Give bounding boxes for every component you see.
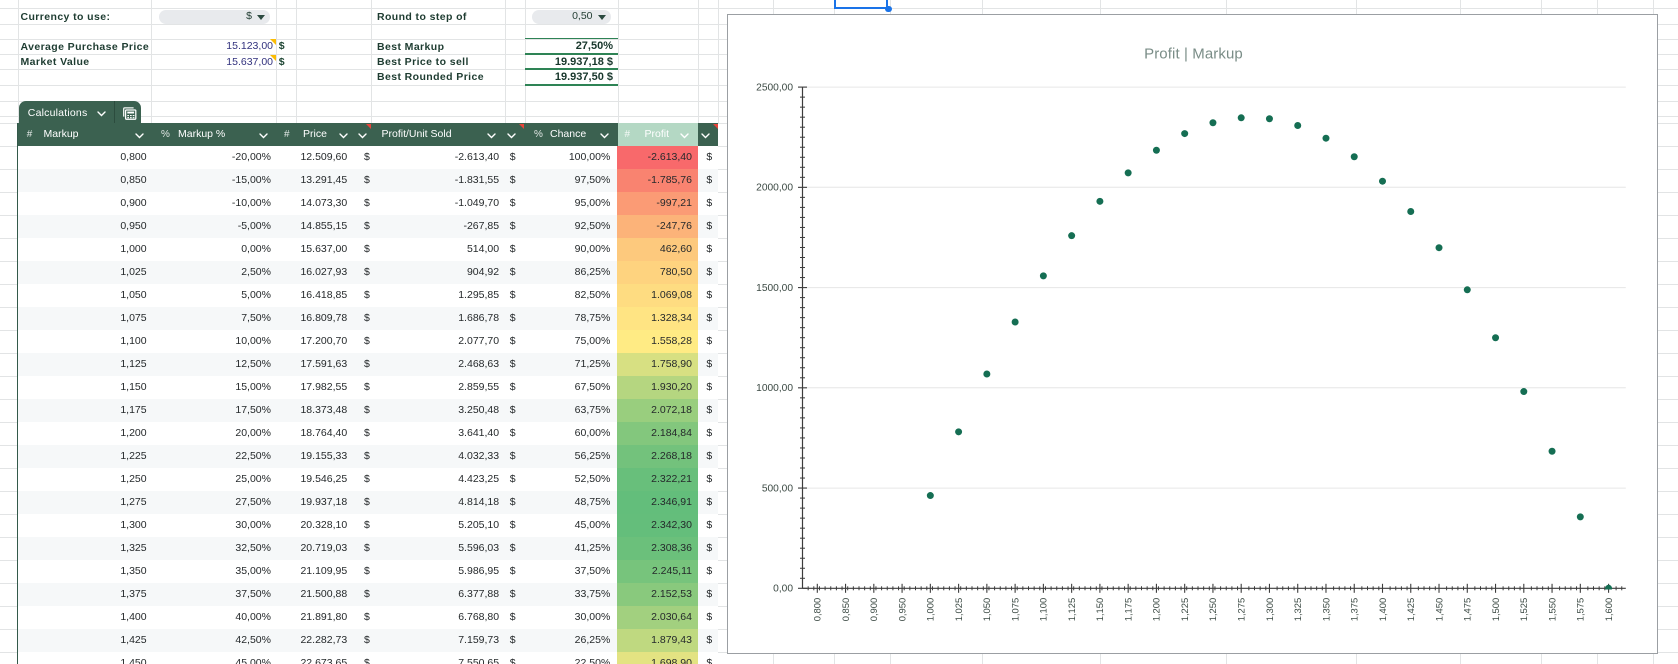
- svg-text:1,050: 1,050: [981, 598, 992, 621]
- svg-text:1,225: 1,225: [1179, 598, 1190, 621]
- svg-text:1500,00: 1500,00: [756, 283, 793, 294]
- svg-text:1,375: 1,375: [1349, 598, 1360, 621]
- svg-text:1,425: 1,425: [1405, 598, 1416, 621]
- svg-text:1,500: 1,500: [1490, 598, 1501, 621]
- svg-text:1000,00: 1000,00: [756, 383, 793, 394]
- svg-text:2000,00: 2000,00: [756, 183, 793, 194]
- svg-text:1,525: 1,525: [1518, 598, 1529, 621]
- svg-text:0,900: 0,900: [868, 598, 879, 621]
- svg-text:0,800: 0,800: [812, 598, 823, 621]
- svg-text:1,450: 1,450: [1433, 598, 1444, 621]
- svg-text:1,250: 1,250: [1207, 598, 1218, 621]
- svg-text:1,150: 1,150: [1094, 598, 1105, 621]
- svg-text:500,00: 500,00: [762, 483, 793, 494]
- svg-text:Profit | Markup: Profit | Markup: [1144, 46, 1243, 63]
- svg-text:1,000: 1,000: [925, 598, 936, 621]
- svg-text:1,025: 1,025: [953, 598, 964, 621]
- svg-text:1,550: 1,550: [1546, 598, 1557, 621]
- svg-text:1,475: 1,475: [1462, 598, 1473, 621]
- svg-text:1,175: 1,175: [1123, 598, 1134, 621]
- svg-text:1,200: 1,200: [1151, 598, 1162, 621]
- svg-text:2500,00: 2500,00: [756, 82, 793, 93]
- svg-text:1,275: 1,275: [1236, 598, 1247, 621]
- svg-text:0,00: 0,00: [773, 584, 793, 595]
- svg-text:1,400: 1,400: [1377, 598, 1388, 621]
- svg-text:0,850: 0,850: [840, 598, 851, 621]
- svg-text:1,125: 1,125: [1066, 598, 1077, 621]
- svg-text:1,350: 1,350: [1320, 598, 1331, 621]
- svg-text:1,100: 1,100: [1038, 598, 1049, 621]
- svg-text:1,600: 1,600: [1603, 598, 1614, 621]
- svg-text:1,325: 1,325: [1292, 598, 1303, 621]
- svg-text:1,300: 1,300: [1264, 598, 1275, 621]
- svg-text:1,075: 1,075: [1009, 598, 1020, 621]
- svg-text:1,575: 1,575: [1575, 598, 1586, 621]
- svg-text:0,950: 0,950: [896, 598, 907, 621]
